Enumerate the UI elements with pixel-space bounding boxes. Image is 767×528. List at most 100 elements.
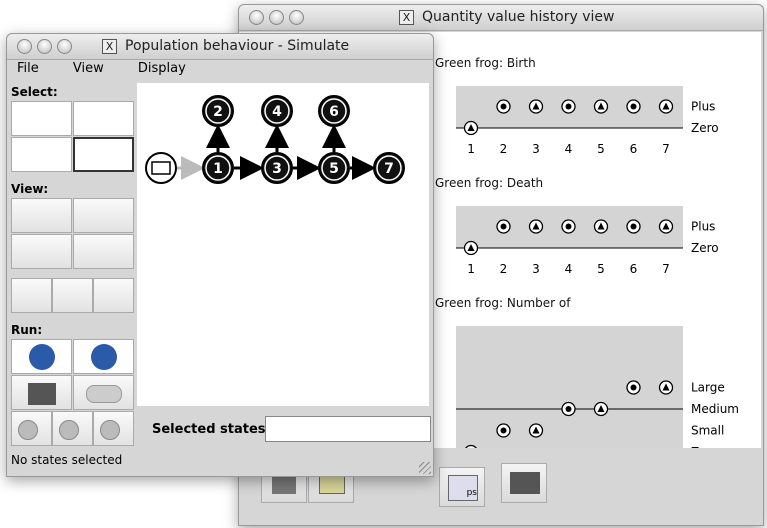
minimize-button[interactable]	[37, 39, 52, 54]
step-all-button[interactable]	[52, 411, 93, 446]
select-label: Select:	[11, 85, 58, 99]
select-red-path-button[interactable]	[73, 101, 134, 136]
level-label: Plus	[691, 100, 715, 114]
quantity-chart: Green frog: Number of Zero Small Medium Larg…	[435, 296, 739, 480]
minimize-button[interactable]	[269, 10, 284, 25]
state-node[interactable]: 2	[202, 95, 234, 127]
steady-derivative-icon	[630, 223, 637, 230]
simulate-window: X Population behaviour - Simulate File Vi…	[6, 33, 434, 477]
export-ps-button[interactable]: ps	[439, 467, 485, 507]
view-equations-button[interactable]	[73, 234, 134, 269]
run-batch-button[interactable]	[73, 375, 134, 410]
state-tick-label: 5	[597, 142, 605, 156]
menu-view[interactable]: View	[73, 61, 104, 76]
zoom-button[interactable]	[57, 39, 72, 54]
history-titlebar: X Quantity value history view	[239, 5, 763, 31]
state-tick-label: 1	[467, 142, 475, 156]
steady-derivative-icon	[500, 223, 507, 230]
steady-derivative-icon	[565, 406, 572, 412]
step-icon	[100, 420, 120, 440]
start-icon	[151, 161, 171, 175]
state-node[interactable]: 4	[261, 95, 293, 127]
state-node[interactable]: 3	[261, 152, 293, 184]
cluster-icon	[85, 385, 122, 403]
x11-icon: X	[399, 10, 414, 25]
quantity-chart: Green frog: Birth Zero Plus 1 2 3 4 5 6 7	[435, 56, 719, 156]
state-tick-label: 6	[630, 262, 638, 276]
close-folder-icon	[510, 472, 540, 494]
state-tick-label: 5	[597, 262, 605, 276]
steady-derivative-icon	[630, 384, 637, 391]
view-history-button[interactable]	[11, 278, 52, 313]
view-trace-button[interactable]	[93, 278, 134, 313]
select-none-button[interactable]	[73, 137, 134, 172]
state-label: 2	[213, 104, 223, 120]
view-transitions-button[interactable]	[73, 198, 134, 233]
x11-icon: X	[102, 39, 117, 54]
chart-title: Green frog: Death	[435, 176, 543, 190]
state-tick-label: 7	[662, 142, 670, 156]
globe-icon	[90, 344, 117, 370]
folder-icon	[319, 474, 345, 494]
level-label: Zero	[691, 241, 719, 255]
state-tick-label: 7	[662, 262, 670, 276]
state-tick-label: 3	[532, 262, 540, 276]
close-folder-button[interactable]	[501, 463, 547, 503]
close-button[interactable]	[249, 10, 264, 25]
menu-display[interactable]: Display	[138, 61, 186, 76]
level-label: Zero	[691, 445, 719, 448]
view-value-button[interactable]	[52, 278, 93, 313]
state-node[interactable]: 6	[318, 95, 350, 127]
state-label: 3	[272, 161, 282, 177]
steady-derivative-icon	[500, 427, 507, 434]
steady-derivative-icon	[500, 103, 507, 110]
select-path-button[interactable]	[11, 101, 72, 136]
run-label: Run:	[11, 323, 43, 337]
state-tick-label: 2	[500, 142, 508, 156]
close-button[interactable]	[17, 39, 32, 54]
select-all-button[interactable]	[11, 137, 72, 172]
state-tick-label: 2	[500, 262, 508, 276]
run-full-button[interactable]	[73, 339, 134, 374]
state-graph-canvas[interactable]: 1 2 3 4 5 6 7	[137, 83, 429, 406]
menu-file[interactable]: File	[17, 61, 39, 76]
state-node[interactable]: 1	[202, 152, 234, 184]
resize-grip[interactable]	[419, 462, 431, 474]
steady-derivative-icon	[630, 103, 637, 110]
state-tick-label: 6	[630, 142, 638, 156]
level-label: Small	[691, 424, 724, 438]
state-graph[interactable]: 1 2 3 4 5 6 7	[137, 83, 429, 406]
menu-bar: File View Display	[17, 61, 216, 76]
status-bar: No states selected	[11, 453, 123, 467]
folder-icon	[27, 383, 56, 405]
simulate-titlebar: X Population behaviour - Simulate	[7, 34, 433, 60]
state-node[interactable]: 5	[318, 152, 350, 184]
state-label: 6	[329, 104, 339, 120]
zoom-button[interactable]	[289, 10, 304, 25]
step-full-button[interactable]	[93, 411, 134, 446]
run-load-button[interactable]	[11, 375, 72, 410]
state-label: 1	[213, 161, 223, 177]
state-tick-label: 3	[532, 142, 540, 156]
state-node[interactable]: 7	[373, 152, 405, 184]
view-dependencies-button[interactable]	[11, 234, 72, 269]
selected-states-input[interactable]	[265, 416, 431, 442]
steady-derivative-icon	[565, 223, 572, 230]
state-tick-label: 1	[467, 262, 475, 276]
quantity-chart: Green frog: Death Zero Plus 1 2 3 4 5 6 7	[435, 176, 719, 276]
chart-background	[456, 326, 683, 452]
chart-title: Green frog: Birth	[435, 56, 536, 70]
state-label: 7	[384, 161, 394, 177]
level-label: Zero	[691, 121, 719, 135]
view-states-button[interactable]	[11, 198, 72, 233]
chart-title: Green frog: Number of	[435, 296, 571, 310]
state-label: 4	[272, 104, 282, 120]
run-scenario-button[interactable]	[11, 339, 72, 374]
step-icon	[18, 420, 38, 440]
steady-derivative-icon	[565, 103, 572, 110]
start-state-node[interactable]	[145, 152, 177, 184]
view-label: View:	[11, 182, 49, 196]
step-icon	[59, 420, 79, 440]
state-tick-label: 4	[565, 262, 573, 276]
step-button[interactable]	[11, 411, 52, 446]
